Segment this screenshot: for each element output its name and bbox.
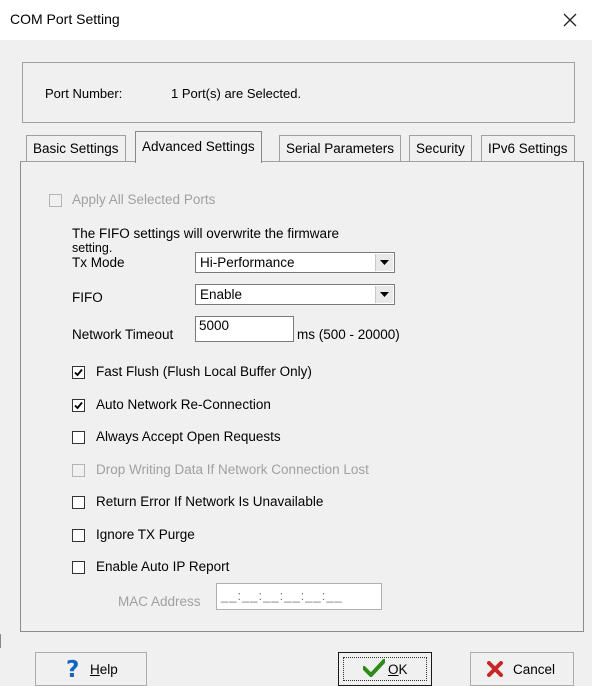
auto-reconnect-label: Auto Network Re-Connection — [96, 397, 271, 412]
fifo-value: Enable — [200, 287, 243, 302]
always-accept-label: Always Accept Open Requests — [96, 429, 281, 444]
checkmark-icon — [74, 401, 83, 410]
tx-mode-select[interactable]: Hi-Performance — [195, 252, 395, 273]
fifo-label: FIFO — [72, 290, 103, 305]
port-number-group: Port Number: 1 Port(s) are Selected. — [22, 62, 575, 123]
cancel-button-label: Cancel — [513, 662, 556, 677]
return-error-checkbox[interactable] — [72, 496, 85, 509]
help-button[interactable]: ? Help — [35, 652, 147, 686]
svg-text:?: ? — [66, 657, 79, 680]
com-port-setting-dialog: COM Port Setting Port Number: 1 Port(s) … — [0, 0, 592, 686]
apply-all-checkbox[interactable] — [49, 194, 62, 207]
apply-all-label: Apply All Selected Ports — [72, 192, 216, 207]
dropdown-arrow-button[interactable] — [375, 254, 393, 271]
help-button-label: Help — [90, 662, 118, 677]
drop-writing-data-label: Drop Writing Data If Network Connection … — [96, 462, 369, 477]
tab-basic-settings[interactable]: Basic Settings — [26, 135, 126, 161]
checkmark-icon — [362, 659, 386, 680]
return-error-label: Return Error If Network Is Unavailable — [96, 494, 324, 509]
fifo-select[interactable]: Enable — [195, 284, 395, 305]
focus-rectangle — [343, 657, 427, 681]
window-title: COM Port Setting — [10, 11, 120, 27]
window-edge — [0, 634, 5, 648]
port-number-value: 1 Port(s) are Selected. — [171, 86, 302, 101]
auto-ip-report-label: Enable Auto IP Report — [96, 559, 230, 574]
close-button[interactable] — [548, 0, 592, 40]
auto-reconnect-checkbox[interactable] — [72, 399, 85, 412]
network-timeout-label: Network Timeout — [72, 327, 174, 342]
network-timeout-range: ms (500 - 20000) — [297, 327, 400, 342]
checkmark-icon — [74, 368, 83, 377]
port-number-label: Port Number: — [45, 86, 123, 101]
tx-mode-label: Tx Mode — [72, 255, 125, 270]
mac-address-input[interactable]: __:__:__:__:__:__ — [216, 583, 382, 610]
tab-advanced-settings[interactable]: Advanced Settings — [135, 131, 262, 163]
always-accept-checkbox[interactable] — [72, 431, 85, 444]
fifo-note-line1: The FIFO settings will overwrite the fir… — [72, 226, 340, 241]
ignore-tx-purge-label: Ignore TX Purge — [96, 527, 195, 542]
ok-button-label: OK — [388, 662, 408, 677]
fifo-note-line2: setting. — [72, 241, 113, 255]
tab-security[interactable]: Security — [409, 135, 472, 161]
mac-address-label: MAC Address — [118, 594, 201, 609]
red-x-icon — [487, 661, 503, 680]
ok-button[interactable]: OK — [338, 652, 432, 686]
network-timeout-input[interactable]: 5000 — [195, 316, 294, 342]
tx-mode-value: Hi-Performance — [200, 255, 295, 270]
dropdown-arrow-button[interactable] — [375, 286, 393, 303]
title-bar: COM Port Setting — [0, 0, 592, 40]
cancel-button[interactable]: Cancel — [470, 652, 574, 686]
close-icon — [563, 13, 577, 27]
chevron-down-icon — [380, 292, 389, 297]
tab-ipv6-settings[interactable]: IPv6 Settings — [481, 135, 575, 161]
auto-ip-report-checkbox[interactable] — [72, 561, 85, 574]
drop-writing-data-checkbox[interactable] — [72, 464, 85, 477]
fast-flush-label: Fast Flush (Flush Local Buffer Only) — [96, 364, 312, 379]
help-question-icon: ? — [64, 656, 82, 683]
chevron-down-icon — [380, 260, 389, 265]
ignore-tx-purge-checkbox[interactable] — [72, 529, 85, 542]
tab-serial-parameters[interactable]: Serial Parameters — [279, 135, 402, 161]
fast-flush-checkbox[interactable] — [72, 366, 85, 379]
